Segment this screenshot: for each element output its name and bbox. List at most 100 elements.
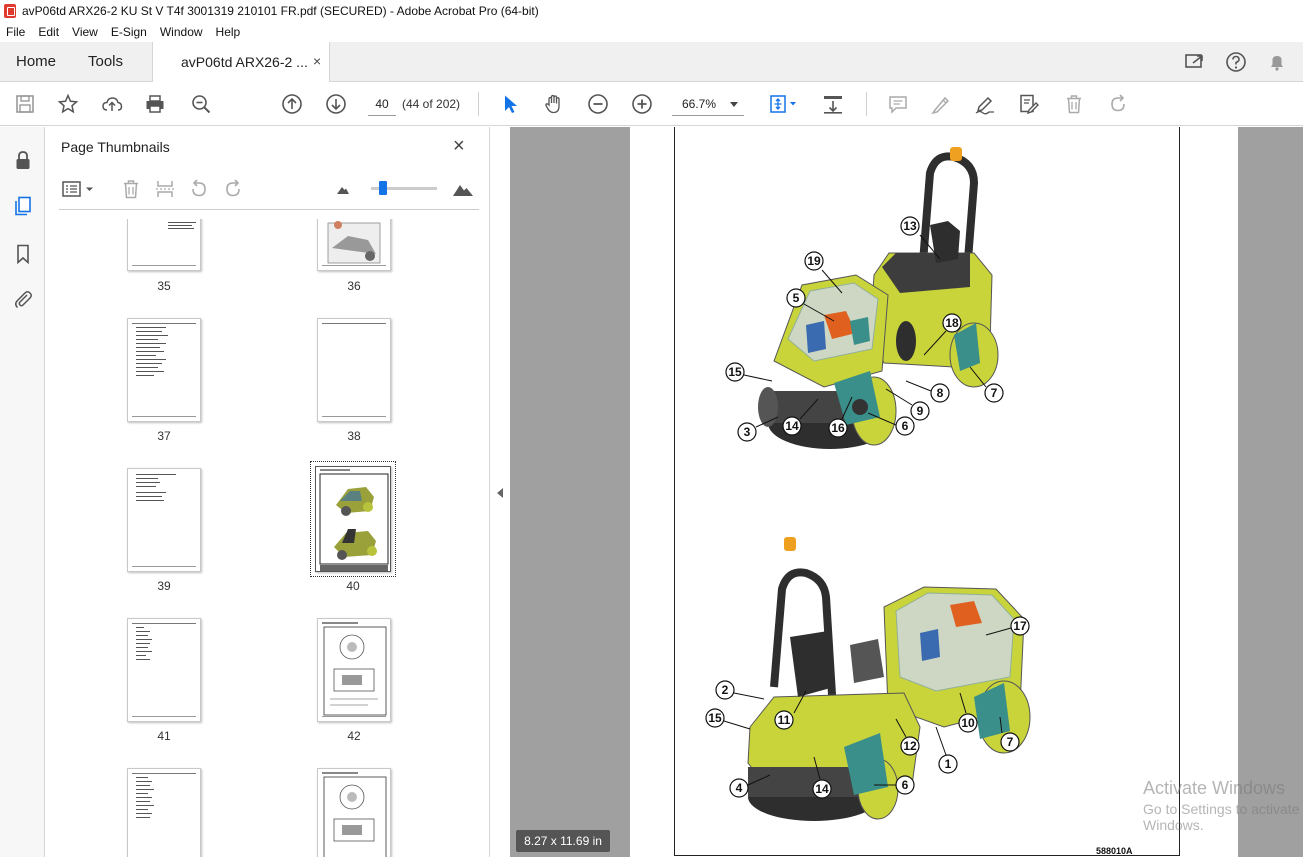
thumbnail-label: 36 xyxy=(347,279,361,293)
svg-text:13: 13 xyxy=(903,219,917,233)
zoom-out-search-icon[interactable] xyxy=(188,91,214,117)
menu-file[interactable]: File xyxy=(6,25,25,39)
tab-tools[interactable]: Tools xyxy=(88,53,123,70)
previous-page-icon[interactable] xyxy=(279,91,305,117)
thumbnail-options-icon[interactable] xyxy=(61,177,97,201)
thumbnail-label-selected: 40 xyxy=(346,579,360,593)
extract-page-icon[interactable] xyxy=(153,177,177,201)
toolbar-divider xyxy=(866,92,867,116)
thumbnail-figure xyxy=(322,622,387,716)
save-icon[interactable] xyxy=(12,91,38,117)
watermark-line2: Go to Settings to activate Windows. xyxy=(1143,801,1300,833)
thumbnail-label: 42 xyxy=(347,729,361,743)
bookmark-star-icon[interactable] xyxy=(55,91,81,117)
page-thumbnails-panel: Page Thumbnails × 35 36 37 38 39 40 41 4… xyxy=(45,127,529,857)
page-thumbnail-selected[interactable] xyxy=(315,466,391,572)
page-thumbnail[interactable] xyxy=(127,468,201,572)
attachments-paperclip-icon[interactable] xyxy=(11,287,35,311)
svg-text:5: 5 xyxy=(793,291,800,305)
highlight-pen-icon[interactable] xyxy=(928,91,954,117)
redo-rotate-icon[interactable] xyxy=(1105,91,1131,117)
zoom-in-icon[interactable] xyxy=(629,91,655,117)
next-page-icon[interactable] xyxy=(323,91,349,117)
svg-text:14: 14 xyxy=(815,782,829,796)
page-thumbnail[interactable] xyxy=(317,618,391,722)
svg-text:3: 3 xyxy=(744,425,751,439)
svg-text:2: 2 xyxy=(722,683,729,697)
edit-pdf-icon[interactable] xyxy=(1016,91,1042,117)
callout-8: 8 xyxy=(905,380,950,403)
page-number-input[interactable]: 40 xyxy=(368,92,396,116)
svg-text:6: 6 xyxy=(902,419,909,433)
svg-text:19: 19 xyxy=(807,254,821,268)
thumbnail-label: 41 xyxy=(157,729,171,743)
svg-text:17: 17 xyxy=(1013,619,1027,633)
notifications-bell-icon[interactable] xyxy=(1266,51,1288,73)
delete-trash-icon[interactable] xyxy=(1061,91,1087,117)
hand-tool-icon[interactable] xyxy=(541,91,567,117)
svg-text:16: 16 xyxy=(831,421,845,435)
menu-help[interactable]: Help xyxy=(216,25,241,39)
page-thumbnail[interactable] xyxy=(317,318,391,422)
window-title: avP06td ARX26-2 KU St V T4f 3001319 2101… xyxy=(22,4,539,18)
pdf-page: 13 19 5 18 15 8 7 9 3 14 16 6 17 2 11 15… xyxy=(630,127,1238,857)
menu-window[interactable]: Window xyxy=(160,25,203,39)
chevron-down-icon xyxy=(730,102,738,107)
figure-code: 588010A xyxy=(1096,846,1133,856)
title-bar: avP06td ARX26-2 KU St V T4f 3001319 2101… xyxy=(0,0,1303,22)
lock-icon[interactable] xyxy=(11,148,35,172)
scroll-mode-icon[interactable] xyxy=(820,91,846,117)
page-thumbnail[interactable] xyxy=(317,219,391,271)
thumbnail-label: 39 xyxy=(157,579,171,593)
page-thumbnail[interactable] xyxy=(127,768,201,857)
share-screen-icon[interactable] xyxy=(1184,51,1206,73)
rotate-left-icon[interactable] xyxy=(187,177,211,201)
menu-view[interactable]: View xyxy=(72,25,98,39)
svg-text:7: 7 xyxy=(1007,735,1014,749)
rotate-right-icon[interactable] xyxy=(221,177,245,201)
page-thumbnail[interactable] xyxy=(127,318,201,422)
callout-15: 15 xyxy=(725,362,773,382)
thumbnail-size-slider-thumb[interactable] xyxy=(379,181,387,195)
thumbnail-toolbar xyxy=(59,175,479,210)
zoom-level-select[interactable]: 66.7% xyxy=(672,92,744,116)
svg-text:14: 14 xyxy=(785,419,799,433)
upload-cloud-icon[interactable] xyxy=(99,91,125,117)
tab-document[interactable]: avP06td ARX26-2 ... × xyxy=(152,42,330,82)
page-thumbnails-icon[interactable] xyxy=(11,194,35,218)
help-icon[interactable] xyxy=(1225,51,1247,73)
svg-text:18: 18 xyxy=(945,316,959,330)
fit-page-icon[interactable] xyxy=(765,91,801,117)
menu-bar: File Edit View E-Sign Window Help xyxy=(0,22,1303,42)
document-view[interactable]: 13 19 5 18 15 8 7 9 3 14 16 6 17 2 11 15… xyxy=(510,127,1303,857)
delete-page-trash-icon[interactable] xyxy=(119,177,143,201)
small-thumbnails-mountain-icon[interactable] xyxy=(331,177,355,201)
svg-text:15: 15 xyxy=(728,365,742,379)
tab-home[interactable]: Home xyxy=(16,53,56,70)
menu-esign[interactable]: E-Sign xyxy=(111,25,147,39)
bookmarks-icon[interactable] xyxy=(11,242,35,266)
svg-text:8: 8 xyxy=(937,386,944,400)
thumbnail-label: 37 xyxy=(157,429,171,443)
collapse-arrow-icon[interactable] xyxy=(497,488,503,498)
svg-text:1: 1 xyxy=(945,757,952,771)
page-thumbnail[interactable] xyxy=(127,219,201,271)
comment-icon[interactable] xyxy=(885,91,911,117)
svg-text:11: 11 xyxy=(778,713,791,727)
thumbnail-figure xyxy=(322,772,387,857)
zoom-out-icon[interactable] xyxy=(585,91,611,117)
panel-title: Page Thumbnails xyxy=(61,139,170,155)
page-thumbnail[interactable] xyxy=(317,768,391,857)
menu-edit[interactable]: Edit xyxy=(38,25,59,39)
acrobat-app-icon xyxy=(4,4,16,18)
tab-close-button[interactable]: × xyxy=(313,53,321,69)
page-thumbnail[interactable] xyxy=(127,618,201,722)
sign-icon[interactable] xyxy=(972,91,998,117)
panel-collapse-strip[interactable] xyxy=(490,127,510,857)
thumbnail-label: 38 xyxy=(347,429,361,443)
print-icon[interactable] xyxy=(142,91,168,117)
large-thumbnails-mountain-icon[interactable] xyxy=(451,177,475,201)
callout-2: 2 xyxy=(715,680,765,700)
panel-close-button[interactable]: × xyxy=(453,135,465,158)
select-cursor-icon[interactable] xyxy=(497,91,523,117)
